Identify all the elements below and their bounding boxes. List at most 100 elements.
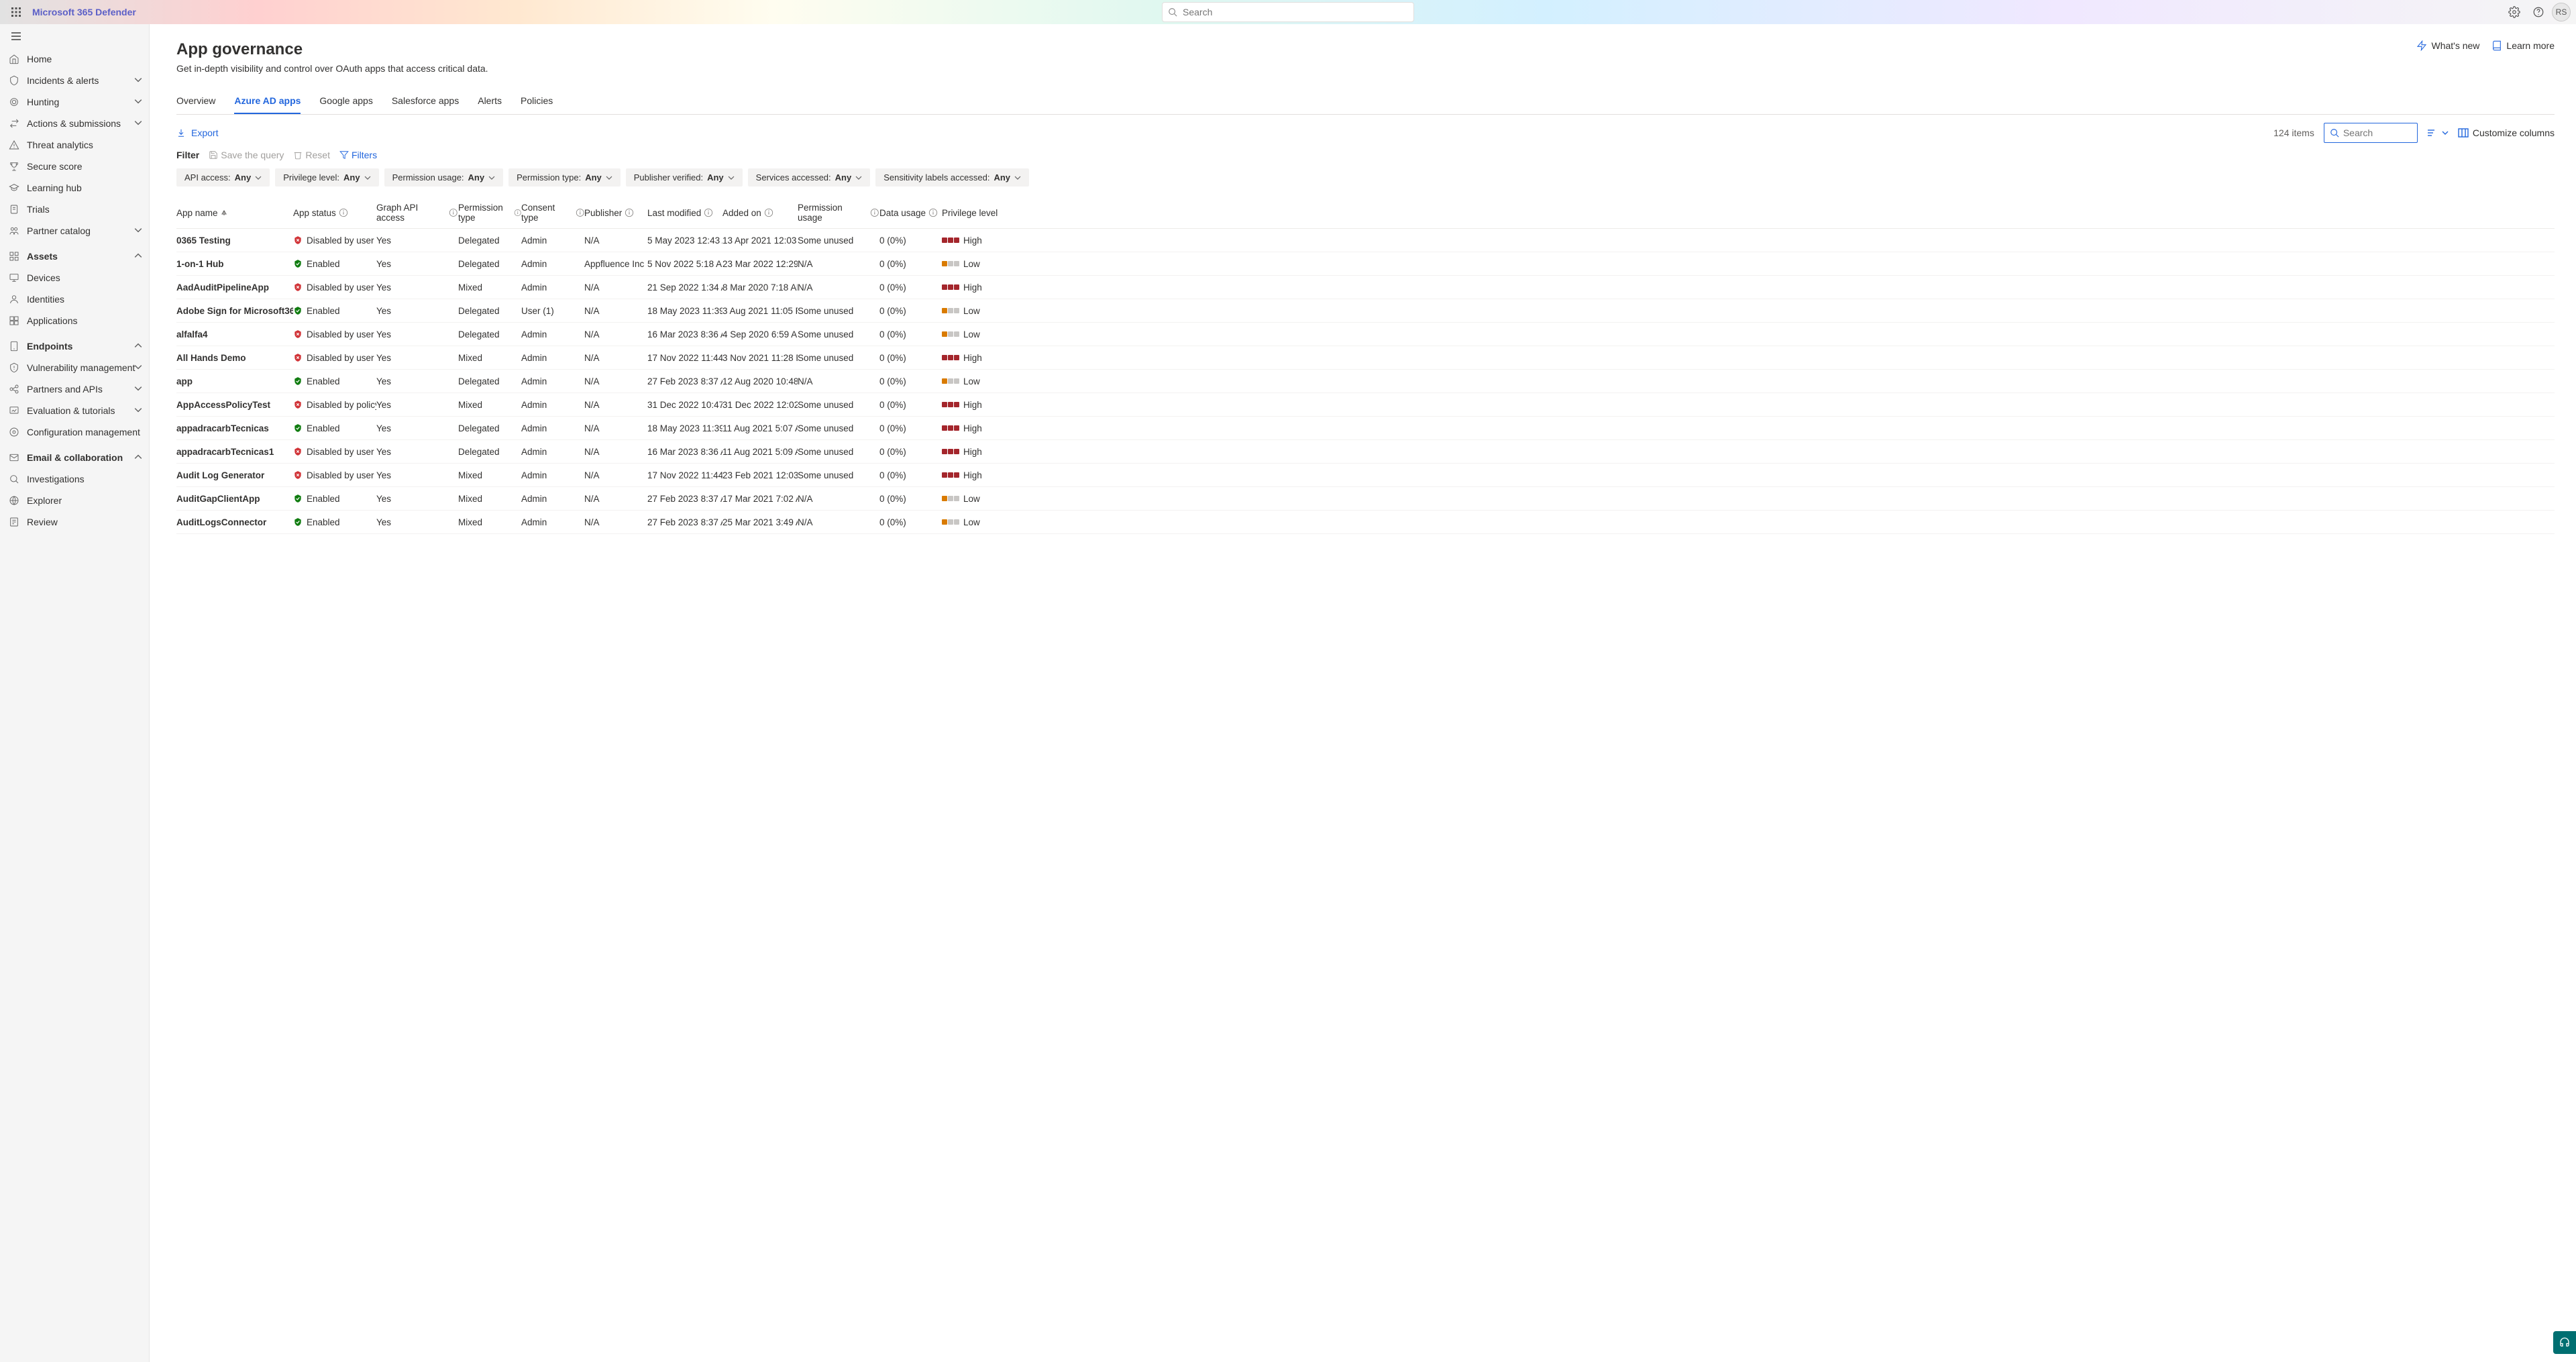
cell-added-on: 3 Nov 2021 11:28 PM [722, 353, 798, 363]
filters-button[interactable]: Filters [339, 150, 377, 160]
table-row[interactable]: Adobe Sign for Microsoft365EnabledYesDel… [176, 299, 2555, 323]
column-header-graph[interactable]: Graph API access [376, 203, 458, 223]
cell-publisher: N/A [584, 376, 647, 386]
nav-item-cfgmgmt[interactable]: Configuration management [0, 421, 149, 443]
global-search-box[interactable] [1162, 2, 1414, 22]
filter-pill-permission-type[interactable]: Permission type:Any [508, 168, 621, 187]
shield-bad-icon [293, 329, 303, 339]
table-row[interactable]: 1-on-1 HubEnabledYesDelegatedAdminAppflu… [176, 252, 2555, 276]
table-row[interactable]: appadracarbTecnicas1Disabled by userYesD… [176, 440, 2555, 464]
cell-app-name[interactable]: Adobe Sign for Microsoft365 [176, 306, 293, 316]
nav-item-vuln[interactable]: Vulnerability management [0, 357, 149, 378]
column-header-ptype[interactable]: Permission type [458, 203, 521, 223]
cell-app-name[interactable]: AadAuditPipelineApp [176, 282, 293, 293]
tab-alerts[interactable]: Alerts [478, 95, 502, 114]
tab-policies[interactable]: Policies [521, 95, 553, 114]
nav-item-trials[interactable]: Trials [0, 199, 149, 220]
cell-app-name[interactable]: AuditGapClientApp [176, 494, 293, 504]
cell-publisher: N/A [584, 423, 647, 433]
filter-pill-permission-usage[interactable]: Permission usage:Any [384, 168, 504, 187]
export-button[interactable]: Export [176, 127, 218, 138]
table-row[interactable]: Audit Log GeneratorDisabled by userYesMi… [176, 464, 2555, 487]
user-avatar[interactable]: RS [2552, 3, 2571, 21]
nav-item-papi[interactable]: Partners and APIs [0, 378, 149, 400]
nav-section-endpoints[interactable]: Endpoints [0, 335, 149, 357]
cell-app-name[interactable]: app [176, 376, 293, 386]
table-search[interactable] [2324, 123, 2418, 143]
settings-button[interactable] [2504, 1, 2525, 23]
table-row[interactable]: appadracarbTecnicasEnabledYesDelegatedAd… [176, 417, 2555, 440]
column-header-modified[interactable]: Last modified [647, 203, 722, 223]
table-row[interactable]: AuditGapClientAppEnabledYesMixedAdminN/A… [176, 487, 2555, 511]
table-row[interactable]: alfalfa4Disabled by userYesDelegatedAdmi… [176, 323, 2555, 346]
cell-app-name[interactable]: AuditLogsConnector [176, 517, 293, 527]
nav-item-learn[interactable]: Learning hub [0, 177, 149, 199]
tab-google-apps[interactable]: Google apps [319, 95, 372, 114]
column-header-priv[interactable]: Privilege level [942, 203, 998, 223]
product-title[interactable]: Microsoft 365 Defender [32, 7, 136, 17]
filter-pill-services-accessed[interactable]: Services accessed:Any [748, 168, 871, 187]
nav-item-devices[interactable]: Devices [0, 267, 149, 289]
customize-columns-button[interactable]: Customize columns [2458, 127, 2555, 138]
nav-item-actions[interactable]: Actions & submissions [0, 113, 149, 134]
filter-pill-sensitivity-labels[interactable]: Sensitivity labels accessed:Any [875, 168, 1029, 187]
table-row[interactable]: All Hands DemoDisabled by userYesMixedAd… [176, 346, 2555, 370]
nav-item-partner[interactable]: Partner catalog [0, 220, 149, 242]
table-row[interactable]: AppAccessPolicyTestDisabled by policyYes… [176, 393, 2555, 417]
global-search-input[interactable] [1183, 7, 1408, 17]
nav-item-home[interactable]: Home [0, 48, 149, 70]
cell-app-name[interactable]: appadracarbTecnicas1 [176, 447, 293, 457]
cell-privilege-level: Low [942, 306, 998, 316]
nav-section-email[interactable]: Email & collaboration [0, 447, 149, 468]
cell-app-name[interactable]: AppAccessPolicyTest [176, 400, 293, 410]
table-row[interactable]: AadAuditPipelineAppDisabled by userYesMi… [176, 276, 2555, 299]
cell-app-status: Disabled by user [293, 353, 376, 363]
tab-salesforce-apps[interactable]: Salesforce apps [392, 95, 459, 114]
customize-columns-label: Customize columns [2473, 127, 2555, 138]
cell-app-name[interactable]: appadracarbTecnicas [176, 423, 293, 433]
cell-permission-type: Mixed [458, 353, 521, 363]
cell-app-name[interactable]: All Hands Demo [176, 353, 293, 363]
tab-overview[interactable]: Overview [176, 95, 215, 114]
filter-pill-privilege-level[interactable]: Privilege level:Any [275, 168, 378, 187]
filter-pill-api-access[interactable]: API access:Any [176, 168, 270, 187]
info-icon [625, 208, 634, 217]
nav-collapse-button[interactable] [7, 27, 25, 46]
table-row[interactable]: 0365 TestingDisabled by userYesDelegated… [176, 229, 2555, 252]
table-row[interactable]: AuditLogsConnectorEnabledYesMixedAdminN/… [176, 511, 2555, 534]
cell-last-modified: 18 May 2023 11:39 AM [647, 423, 722, 433]
column-header-name[interactable]: App name [176, 203, 293, 223]
help-button[interactable] [2528, 1, 2549, 23]
nav-item-incidents[interactable]: Incidents & alerts [0, 70, 149, 91]
sort-options-button[interactable] [2427, 128, 2449, 138]
table-search-input[interactable] [2343, 127, 2404, 138]
nav-item-review[interactable]: Review [0, 511, 149, 533]
cell-consent-type: Admin [521, 259, 584, 269]
filter-pill-publisher-verified[interactable]: Publisher verified:Any [626, 168, 743, 187]
cell-app-name[interactable]: 0365 Testing [176, 235, 293, 246]
tab-azure-ad-apps[interactable]: Azure AD apps [234, 95, 301, 114]
learn-more-link[interactable]: Learn more [2491, 40, 2555, 51]
cell-app-name[interactable]: alfalfa4 [176, 329, 293, 339]
cell-app-name[interactable]: 1-on-1 Hub [176, 259, 293, 269]
nav-section-assets[interactable]: Assets [0, 246, 149, 267]
whats-new-link[interactable]: What's new [2416, 40, 2479, 51]
column-header-ctype[interactable]: Consent type [521, 203, 584, 223]
column-header-pu[interactable]: Permission usage [798, 203, 879, 223]
table-row[interactable]: appEnabledYesDelegatedAdminN/A27 Feb 202… [176, 370, 2555, 393]
nav-item-explorer[interactable]: Explorer [0, 490, 149, 511]
nav-item-secure[interactable]: Secure score [0, 156, 149, 177]
nav-item-applications[interactable]: Applications [0, 310, 149, 331]
column-header-du[interactable]: Data usage [879, 203, 942, 223]
floating-help-button[interactable] [2553, 1331, 2576, 1354]
column-header-added[interactable]: Added on [722, 203, 798, 223]
nav-item-eval[interactable]: Evaluation & tutorials [0, 400, 149, 421]
app-launcher-button[interactable] [5, 1, 27, 23]
nav-item-investigations[interactable]: Investigations [0, 468, 149, 490]
nav-item-hunting[interactable]: Hunting [0, 91, 149, 113]
column-header-status[interactable]: App status [293, 203, 376, 223]
column-header-publisher[interactable]: Publisher [584, 203, 647, 223]
nav-item-threat[interactable]: Threat analytics [0, 134, 149, 156]
cell-app-name[interactable]: Audit Log Generator [176, 470, 293, 480]
nav-item-identities[interactable]: Identities [0, 289, 149, 310]
